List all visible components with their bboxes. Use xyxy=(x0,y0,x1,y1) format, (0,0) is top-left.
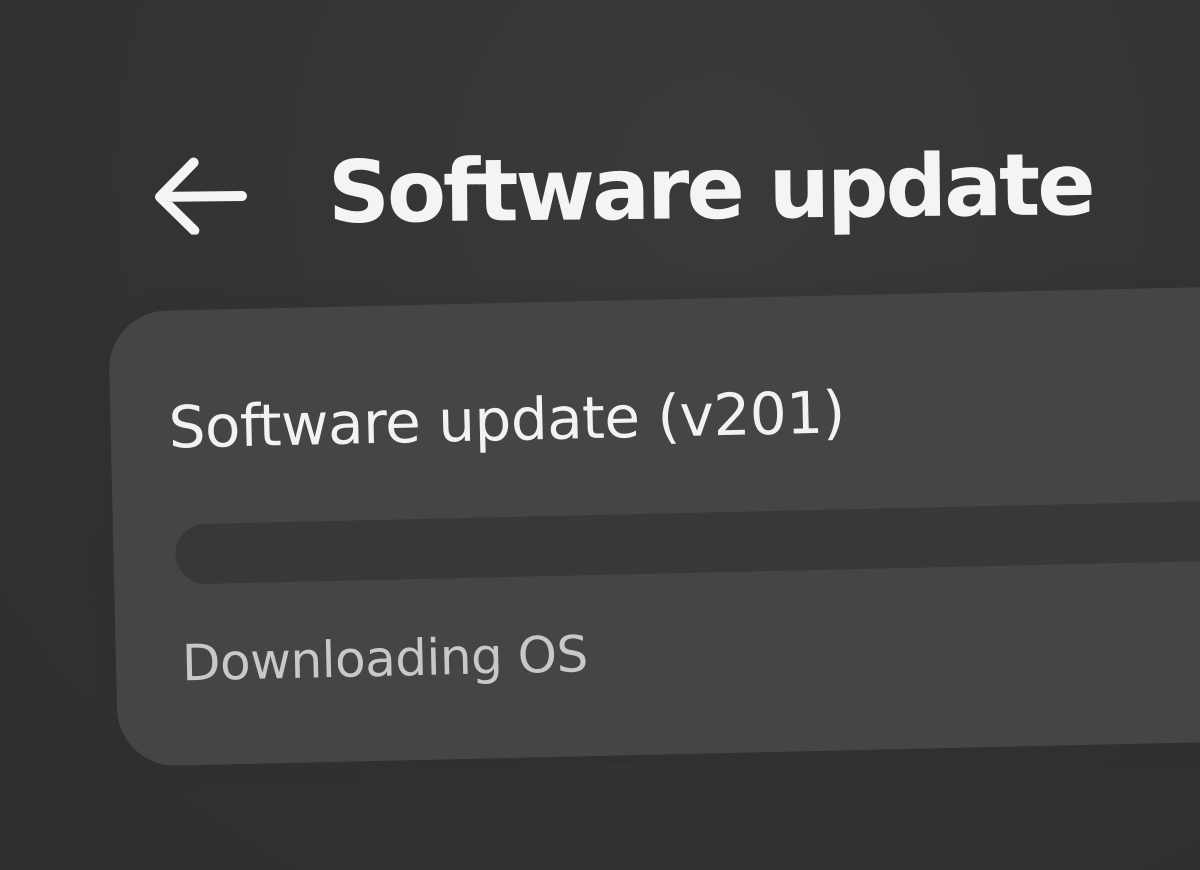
update-card: Software update (v201) Downloading OS xyxy=(108,285,1200,767)
back-button[interactable] xyxy=(149,139,260,250)
update-title: Software update (v201) xyxy=(167,378,846,462)
progress-fill xyxy=(174,524,177,585)
header: Software update xyxy=(149,130,1093,250)
page-title: Software update xyxy=(327,135,1094,244)
arrow-left-icon xyxy=(155,157,248,235)
screen: Software update Software update (v201) D… xyxy=(0,0,1200,870)
progress-bar xyxy=(174,498,1200,585)
status-text: Downloading OS xyxy=(181,625,589,693)
